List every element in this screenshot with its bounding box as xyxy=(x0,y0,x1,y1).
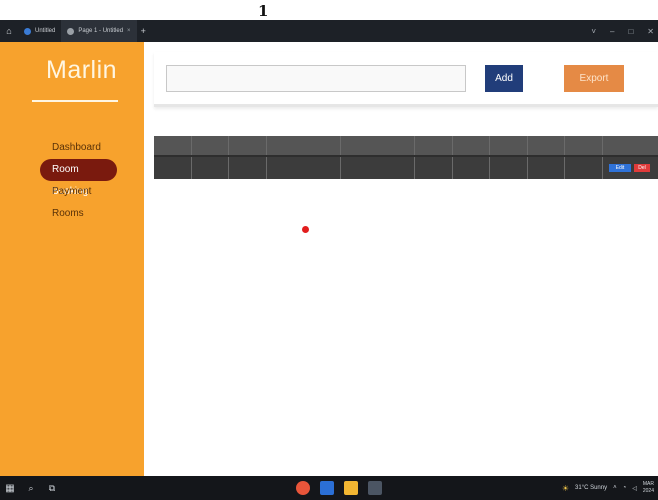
taskbar-apps xyxy=(296,481,382,495)
table-cell xyxy=(453,157,490,179)
export-button[interactable]: Export xyxy=(564,65,624,92)
tab-label: Page 1 - Untitled xyxy=(78,28,124,34)
sidebar-item-dashboard[interactable]: Dashboard xyxy=(44,137,117,159)
sidebar-item-payment[interactable]: Payment xyxy=(44,181,117,203)
wifi-icon[interactable]: ◔ xyxy=(623,485,627,491)
system-tray: ☀ 31°C Sunny ˄ ◔ ◁ MAR 2024 xyxy=(562,476,654,500)
chrome-icon[interactable] xyxy=(296,481,310,495)
clock-date: 2024 xyxy=(642,488,654,494)
maximize-icon[interactable]: □ xyxy=(628,27,633,36)
table-row: Edit Del xyxy=(154,157,658,179)
brand-divider xyxy=(32,100,118,102)
header-cell xyxy=(490,136,528,155)
sidebar-item-rooms[interactable]: Rooms xyxy=(44,203,117,225)
row-actions: Edit Del xyxy=(603,157,658,179)
start-icon[interactable]: ▦ xyxy=(0,483,20,494)
files-icon[interactable] xyxy=(344,481,358,495)
weather-icon: ☀ xyxy=(561,483,570,493)
tab-search-icon[interactable]: ˅ xyxy=(591,27,596,36)
store-icon[interactable] xyxy=(368,481,382,495)
search-icon[interactable]: ⌕ xyxy=(20,483,42,494)
header-cell xyxy=(415,136,453,155)
tab-label: Untitled xyxy=(35,28,56,34)
minimize-icon[interactable]: – xyxy=(610,27,614,36)
add-button[interactable]: Add xyxy=(485,65,523,92)
header-cell xyxy=(154,136,192,155)
page-marker: 1 xyxy=(258,2,269,20)
edit-button[interactable]: Edit xyxy=(609,164,631,172)
table-cell xyxy=(192,157,229,179)
browser-tab-untitled[interactable]: Untitled xyxy=(18,20,61,42)
taskbar: ▦ ⌕ ⧉ ☀ 31°C Sunny ˄ ◔ ◁ MAR 2024 xyxy=(0,476,658,500)
table-cell xyxy=(229,157,267,179)
main-content: Add Export Edit Del xyxy=(144,42,658,476)
delete-button[interactable]: Del xyxy=(634,164,650,172)
close-window-icon[interactable]: ✕ xyxy=(647,27,654,36)
table-cell xyxy=(154,157,192,179)
booking-table: Edit Del xyxy=(154,136,658,179)
brand-logo: Marlin xyxy=(46,56,118,84)
new-tab-button[interactable]: + xyxy=(141,26,146,36)
clock-time: MAR xyxy=(642,481,654,487)
sidebar-item-room-booking[interactable]: Room Booking xyxy=(40,159,117,197)
header-cell xyxy=(267,136,341,155)
window-controls: ˅ – □ ✕ xyxy=(591,20,654,42)
cursor-marker xyxy=(302,226,309,233)
close-tab-icon[interactable]: × xyxy=(127,28,131,34)
header-cell xyxy=(603,136,658,155)
toolbar-card: Add Export xyxy=(154,52,658,107)
table-cell xyxy=(267,157,341,179)
table-header xyxy=(154,136,658,157)
volume-icon[interactable]: ◁ xyxy=(632,485,637,492)
header-cell xyxy=(565,136,603,155)
browser-tab-page[interactable]: Page 1 - Untitled × xyxy=(61,20,137,42)
home-icon[interactable]: ⌂ xyxy=(0,26,18,36)
header-cell xyxy=(192,136,229,155)
screen: 1 ⌂ Untitled Page 1 - Untitled × + ˅ – □… xyxy=(0,0,658,500)
table-cell xyxy=(565,157,603,179)
app-icon xyxy=(24,27,31,35)
sidebar-nav: Dashboard Room Booking Payment Rooms xyxy=(40,137,117,225)
sidebar: Marlin Dashboard Room Booking Payment Ro… xyxy=(0,42,144,476)
header-cell xyxy=(453,136,490,155)
header-cell xyxy=(341,136,415,155)
search-input[interactable] xyxy=(166,65,466,92)
header-cell xyxy=(528,136,565,155)
clock[interactable]: MAR 2024 xyxy=(643,481,654,495)
table-cell xyxy=(528,157,565,179)
table-cell xyxy=(415,157,453,179)
header-cell xyxy=(229,136,267,155)
table-cell xyxy=(490,157,528,179)
task-view-icon[interactable]: ⧉ xyxy=(42,483,62,494)
tray-chevron-icon[interactable]: ˄ xyxy=(613,485,617,491)
browser-tab-strip: ⌂ Untitled Page 1 - Untitled × + ˅ – □ ✕ xyxy=(0,20,658,42)
page-icon xyxy=(67,27,75,35)
editor-icon[interactable] xyxy=(320,481,334,495)
weather-text: 31°C Sunny xyxy=(575,485,608,491)
table-cell xyxy=(341,157,415,179)
